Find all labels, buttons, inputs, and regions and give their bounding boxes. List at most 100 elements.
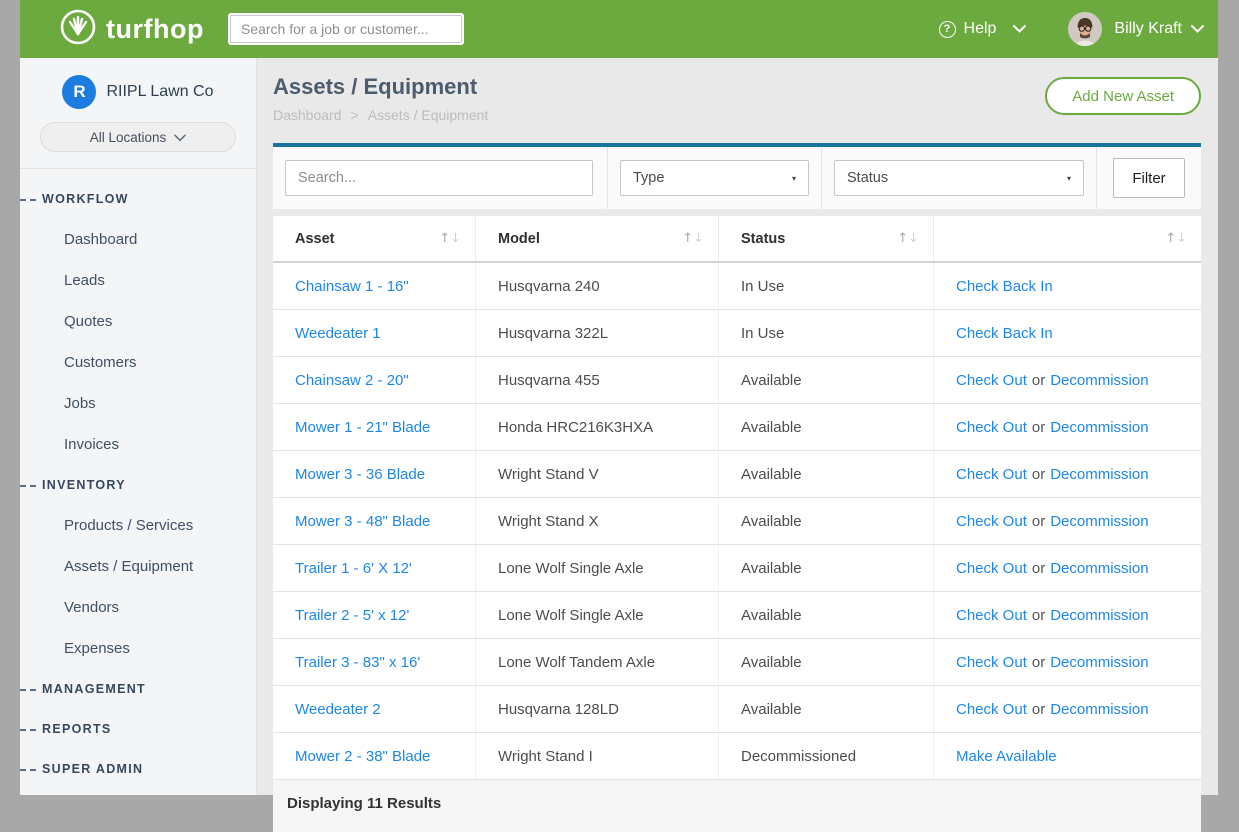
status-cell: Available: [718, 639, 933, 685]
column-label: Asset: [295, 231, 335, 247]
column-header-asset[interactable]: Asset ↑↓: [273, 216, 475, 261]
model-cell: Husqvarna 128LD: [475, 686, 718, 732]
column-header-status[interactable]: Status↑↓: [718, 216, 933, 261]
add-new-asset-button[interactable]: Add New Asset: [1045, 77, 1201, 115]
grass-logo-icon: [60, 9, 96, 50]
decommission-link[interactable]: Decommission: [1050, 607, 1148, 624]
results-count: Displaying 11 Results: [273, 780, 1201, 832]
breadcrumb-current: Assets / Equipment: [368, 107, 489, 123]
asset-link[interactable]: Trailer 3 - 83" x 16': [295, 654, 420, 671]
status-cell: Decommissioned: [718, 733, 933, 779]
sidebar-item-leads[interactable]: Leads: [20, 260, 256, 301]
breadcrumb-dashboard[interactable]: Dashboard: [273, 107, 342, 123]
decommission-link[interactable]: Decommission: [1050, 560, 1148, 577]
model-cell: Wright Stand I: [475, 733, 718, 779]
asset-link[interactable]: Weedeater 1: [295, 325, 381, 342]
check-out-link[interactable]: Check Out: [956, 419, 1027, 436]
filter-button[interactable]: Filter: [1113, 158, 1185, 198]
locations-label: All Locations: [90, 130, 167, 145]
check-out-link[interactable]: Check Out: [956, 466, 1027, 483]
actions-cell: Check Back In: [933, 263, 1201, 309]
check-back-in-link[interactable]: Check Back In: [956, 278, 1053, 295]
sidebar-item-jobs[interactable]: Jobs: [20, 383, 256, 424]
asset-cell: Mower 1 - 21" Blade: [273, 404, 475, 450]
select-arrow-icon: ▾: [792, 174, 796, 183]
sort-icon[interactable]: ↑↓: [682, 231, 704, 246]
column-header-model[interactable]: Model↑↓: [475, 216, 718, 261]
asset-link[interactable]: Chainsaw 1 - 16": [295, 278, 409, 295]
decommission-link[interactable]: Decommission: [1050, 701, 1148, 718]
sidebar-item-invoices[interactable]: Invoices: [20, 424, 256, 465]
or-separator: or: [1032, 560, 1045, 577]
asset-link[interactable]: Mower 1 - 21" Blade: [295, 419, 430, 436]
sidebar-item-expenses[interactable]: Expenses: [20, 628, 256, 669]
sidebar-section-inventory[interactable]: INVENTORY: [20, 465, 256, 505]
user-name[interactable]: Billy Kraft: [1114, 20, 1182, 38]
sort-icon[interactable]: ↑↓: [439, 231, 461, 246]
table-row: Weedeater 2Husqvarna 128LDAvailableCheck…: [273, 686, 1201, 733]
or-separator: or: [1032, 654, 1045, 671]
check-out-link[interactable]: Check Out: [956, 701, 1027, 718]
asset-link[interactable]: Weedeater 2: [295, 701, 381, 718]
sidebar-item-dashboard[interactable]: Dashboard: [20, 219, 256, 260]
status-select-value: Status: [847, 170, 888, 186]
sidebar: R RIIPL Lawn Co All Locations WORKFLOWDa…: [20, 58, 257, 795]
make-available-link[interactable]: Make Available: [956, 748, 1057, 765]
asset-link[interactable]: Chainsaw 2 - 20": [295, 372, 409, 389]
help-menu[interactable]: ? Help: [939, 20, 1027, 38]
or-separator: or: [1032, 372, 1045, 389]
locations-dropdown[interactable]: All Locations: [40, 122, 236, 152]
or-separator: or: [1032, 513, 1045, 530]
sidebar-item-vendors[interactable]: Vendors: [20, 587, 256, 628]
decommission-link[interactable]: Decommission: [1050, 513, 1148, 530]
check-out-link[interactable]: Check Out: [956, 654, 1027, 671]
table-row: Mower 1 - 21" BladeHonda HRC216K3HXAAvai…: [273, 404, 1201, 451]
status-select[interactable]: Status ▾: [834, 160, 1084, 196]
check-out-link[interactable]: Check Out: [956, 372, 1027, 389]
global-search-input[interactable]: [228, 13, 464, 45]
status-cell: In Use: [718, 310, 933, 356]
asset-cell: Weedeater 1: [273, 310, 475, 356]
sort-icon[interactable]: ↑↓: [897, 231, 919, 246]
decommission-link[interactable]: Decommission: [1050, 654, 1148, 671]
asset-link[interactable]: Mower 3 - 36 Blade: [295, 466, 425, 483]
sidebar-item-assets-equipment[interactable]: Assets / Equipment: [20, 546, 256, 587]
asset-cell: Chainsaw 1 - 16": [273, 263, 475, 309]
actions-cell: Check OutorDecommission: [933, 404, 1201, 450]
sidebar-section-management[interactable]: MANAGEMENT: [20, 669, 256, 709]
turfhop-logo[interactable]: turfhop: [60, 9, 204, 50]
or-separator: or: [1032, 466, 1045, 483]
top-bar: turfhop ? Help: [20, 0, 1218, 58]
or-separator: or: [1032, 607, 1045, 624]
chevron-down-icon[interactable]: [1191, 20, 1204, 38]
sidebar-section-reports[interactable]: REPORTS: [20, 709, 256, 749]
asset-link[interactable]: Mower 3 - 48" Blade: [295, 513, 430, 530]
column-header-actions[interactable]: ↑↓: [933, 216, 1201, 261]
asset-link[interactable]: Mower 2 - 38" Blade: [295, 748, 430, 765]
sort-icon[interactable]: ↑↓: [1165, 231, 1187, 246]
help-icon: ?: [939, 21, 956, 38]
check-back-in-link[interactable]: Check Back In: [956, 325, 1053, 342]
table-row: Mower 3 - 36 BladeWright Stand VAvailabl…: [273, 451, 1201, 498]
asset-cell: Mower 2 - 38" Blade: [273, 733, 475, 779]
check-out-link[interactable]: Check Out: [956, 513, 1027, 530]
table-search-input[interactable]: [285, 160, 593, 196]
check-out-link[interactable]: Check Out: [956, 607, 1027, 624]
actions-cell: Check Out or Decommission: [933, 545, 1201, 591]
asset-link[interactable]: Trailer 1 - 6' X 12': [295, 560, 412, 577]
type-select[interactable]: Type ▾: [620, 160, 809, 196]
sidebar-item-products-services[interactable]: Products / Services: [20, 505, 256, 546]
sidebar-item-customers[interactable]: Customers: [20, 342, 256, 383]
sidebar-section-workflow[interactable]: WORKFLOW: [20, 179, 256, 219]
user-avatar[interactable]: [1068, 12, 1102, 46]
sidebar-item-quotes[interactable]: Quotes: [20, 301, 256, 342]
decommission-link[interactable]: Decommission: [1050, 372, 1148, 389]
asset-link[interactable]: Trailer 2 - 5' x 12': [295, 607, 409, 624]
model-cell: Husqvarna 455: [475, 357, 718, 403]
check-out-link[interactable]: Check Out: [956, 560, 1027, 577]
table-header: Asset↑↓Model↑↓Status↑↓↑↓: [273, 216, 1201, 263]
sidebar-section-super-admin[interactable]: SUPER ADMIN: [20, 749, 256, 789]
decommission-link[interactable]: Decommission: [1050, 466, 1148, 483]
decommission-link[interactable]: Decommission: [1050, 419, 1148, 436]
assets-table: Asset↑↓Model↑↓Status↑↓↑↓ Chainsaw 1 - 16…: [273, 216, 1201, 832]
